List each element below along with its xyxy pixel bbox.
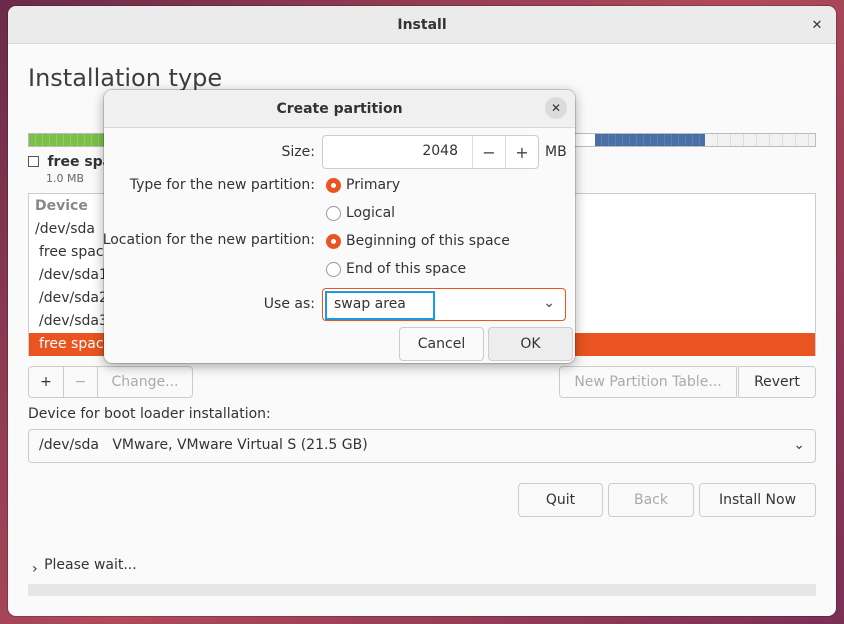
ok-button[interactable]: OK — [488, 327, 573, 361]
legend-swatch — [28, 156, 39, 167]
location-label: Location for the new partition: — [104, 232, 315, 248]
partition-segment-unallocated — [705, 134, 815, 146]
use-as-label: Use as: — [263, 296, 315, 312]
progress-bar — [28, 584, 816, 596]
radio-unselected-icon — [326, 261, 341, 277]
dialog-title-bar: Create partition ✕ — [104, 90, 575, 128]
size-input[interactable]: 2048 — [323, 136, 472, 168]
install-now-button[interactable]: Install Now — [699, 483, 816, 517]
close-window-button[interactable]: ✕ — [806, 14, 828, 36]
partition-toolbar: + − Change... — [28, 366, 193, 398]
size-unit: MB — [545, 144, 567, 160]
boot-loader-value: /dev/sda VMware, VMware Virtual S (21.5 … — [39, 437, 368, 453]
radio-end[interactable]: End of this space — [326, 261, 466, 277]
create-partition-dialog: Create partition ✕ Size: 2048 − + MB Typ… — [104, 90, 575, 363]
partition-segment-other — [595, 134, 705, 146]
radio-beginning[interactable]: Beginning of this space — [326, 233, 510, 249]
size-stepper[interactable]: 2048 − + — [322, 135, 539, 169]
boot-loader-label: Device for boot loader installation: — [28, 406, 271, 422]
radio-selected-icon — [326, 177, 341, 193]
radio-beginning-label: Beginning of this space — [346, 233, 510, 249]
close-icon: ✕ — [550, 101, 562, 115]
status-area: › Please wait... — [32, 557, 137, 577]
radio-logical-label: Logical — [346, 205, 396, 221]
chevron-down-icon: ⌄ — [793, 437, 805, 453]
legend-label: free spa — [47, 154, 113, 170]
use-as-select[interactable]: swap area ⌄ — [322, 288, 566, 321]
window-title: Install — [397, 16, 447, 33]
boot-loader-select[interactable]: /dev/sda VMware, VMware Virtual S (21.5 … — [28, 429, 816, 463]
radio-logical[interactable]: Logical — [326, 205, 395, 221]
back-button[interactable]: Back — [608, 483, 694, 517]
new-partition-table-button[interactable]: New Partition Table... — [559, 366, 737, 398]
type-label: Type for the new partition: — [129, 177, 315, 193]
close-icon: ✕ — [811, 17, 823, 33]
legend-size: 1.0 MB — [46, 172, 85, 185]
use-as-value: swap area — [325, 291, 435, 320]
partition-legend: free spa 1.0 MB — [28, 154, 113, 185]
radio-selected-icon — [326, 233, 341, 249]
chevron-down-icon: ⌄ — [543, 295, 555, 311]
chevron-right-icon[interactable]: › — [32, 561, 38, 577]
change-partition-button[interactable]: Change... — [98, 366, 193, 398]
radio-primary-label: Primary — [346, 177, 401, 193]
quit-button[interactable]: Quit — [518, 483, 603, 517]
status-text: Please wait... — [44, 557, 137, 573]
size-decrement-button[interactable]: − — [472, 136, 505, 168]
add-partition-button[interactable]: + — [28, 366, 64, 398]
size-label: Size: — [281, 144, 315, 160]
size-increment-button[interactable]: + — [505, 136, 538, 168]
radio-primary[interactable]: Primary — [326, 177, 400, 193]
dialog-title: Create partition — [276, 100, 403, 117]
cancel-button[interactable]: Cancel — [399, 327, 484, 361]
revert-button[interactable]: Revert — [738, 366, 816, 398]
page-title: Installation type — [28, 64, 223, 92]
remove-partition-button[interactable]: − — [64, 366, 98, 398]
radio-end-label: End of this space — [346, 261, 467, 277]
dialog-close-button[interactable]: ✕ — [545, 97, 567, 119]
title-bar: Install ✕ — [8, 6, 836, 44]
minus-icon: − — [482, 142, 496, 162]
radio-unselected-icon — [326, 205, 341, 221]
plus-icon: + — [515, 142, 529, 162]
